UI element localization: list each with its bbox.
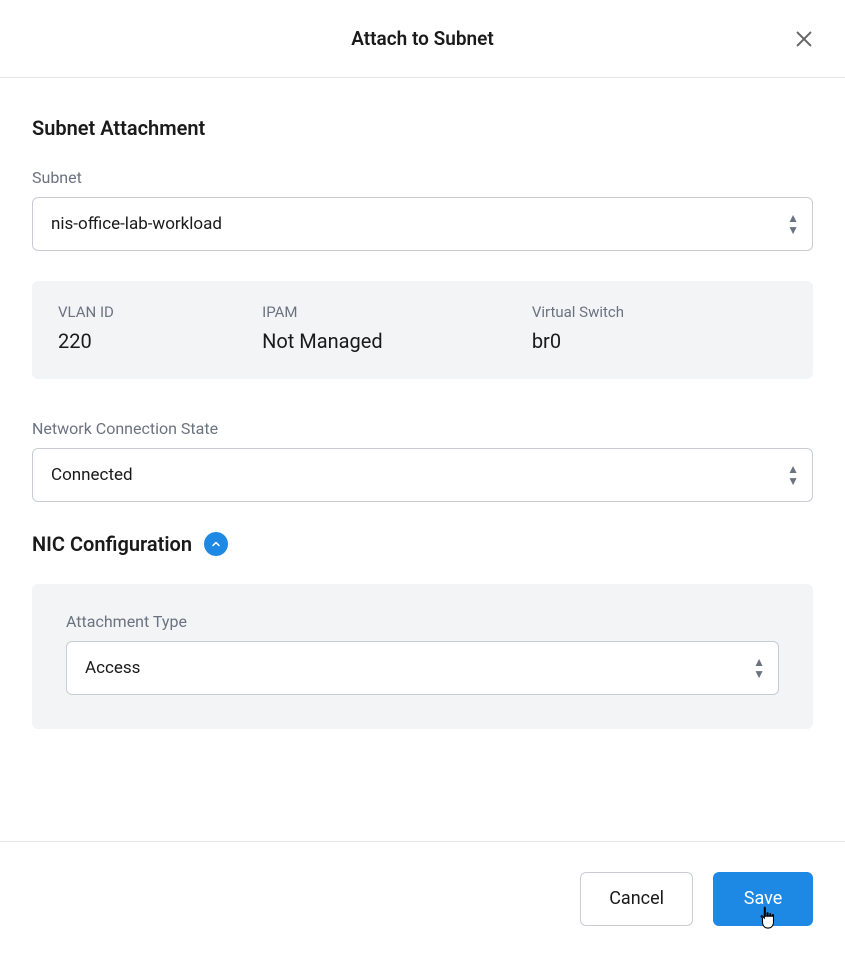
modal-body: Subnet Attachment Subnet nis-office-lab-…: [0, 78, 845, 759]
subnet-info-panel: VLAN ID 220 IPAM Not Managed Virtual Swi…: [32, 281, 813, 379]
modal-header: Attach to Subnet: [0, 0, 845, 78]
info-col-ipam: IPAM Not Managed: [262, 303, 532, 353]
attachment-type-value: Access: [66, 641, 779, 695]
ipam-value: Not Managed: [262, 329, 532, 353]
modal-title: Attach to Subnet: [351, 27, 493, 50]
nic-config-heading-row: NIC Configuration: [32, 532, 813, 556]
nic-config-panel: Attachment Type Access ▲▼: [32, 584, 813, 729]
connection-state-value: Connected: [32, 448, 813, 502]
virtual-switch-label: Virtual Switch: [532, 303, 787, 321]
info-col-vswitch: Virtual Switch br0: [532, 303, 787, 353]
virtual-switch-value: br0: [532, 329, 787, 353]
subnet-select-value: nis-office-lab-workload: [32, 197, 813, 251]
info-col-vlan: VLAN ID 220: [58, 303, 262, 353]
modal-footer: Cancel Save: [0, 841, 845, 955]
attachment-type-label: Attachment Type: [66, 612, 779, 631]
close-icon[interactable]: [793, 28, 815, 50]
collapse-toggle-icon[interactable]: [204, 532, 228, 556]
subnet-label: Subnet: [32, 168, 813, 187]
save-button[interactable]: Save: [713, 872, 813, 926]
vlan-id-label: VLAN ID: [58, 303, 262, 321]
section-heading-subnet-attachment: Subnet Attachment: [32, 116, 813, 140]
subnet-select[interactable]: nis-office-lab-workload ▲▼: [32, 197, 813, 251]
ipam-label: IPAM: [262, 303, 532, 321]
cancel-button[interactable]: Cancel: [580, 872, 693, 926]
section-heading-nic-config: NIC Configuration: [32, 532, 192, 556]
vlan-id-value: 220: [58, 329, 262, 353]
attachment-type-select[interactable]: Access ▲▼: [66, 641, 779, 695]
connection-state-label: Network Connection State: [32, 419, 813, 438]
connection-state-select[interactable]: Connected ▲▼: [32, 448, 813, 502]
